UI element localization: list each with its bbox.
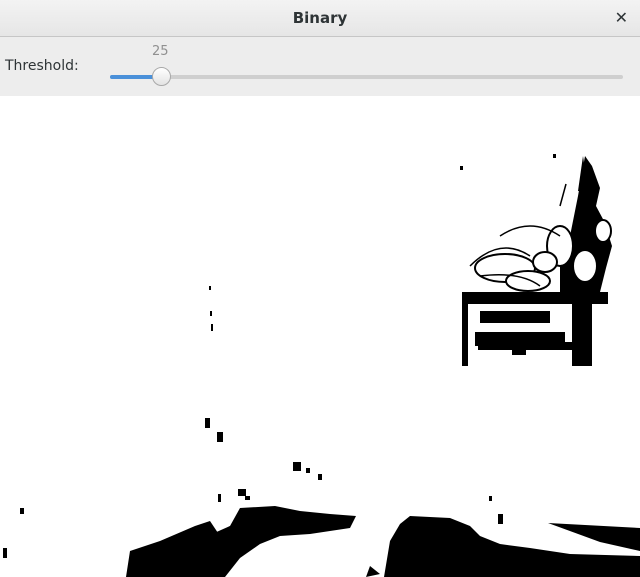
- slider-handle[interactable]: [152, 67, 171, 86]
- binary-image: [0, 96, 640, 577]
- title-bar: Binary ✕: [0, 0, 640, 37]
- threshold-label: Threshold:: [5, 58, 79, 74]
- binary-window: Binary ✕ Threshold: 25: [0, 0, 640, 577]
- window-title: Binary: [292, 9, 348, 27]
- threshold-controls: Threshold: 25: [0, 37, 640, 96]
- threshold-slider[interactable]: [110, 66, 623, 88]
- binary-image-view: [0, 96, 640, 577]
- threshold-value: 25: [152, 44, 169, 59]
- slider-trough[interactable]: [110, 75, 623, 79]
- close-icon[interactable]: ✕: [615, 8, 628, 28]
